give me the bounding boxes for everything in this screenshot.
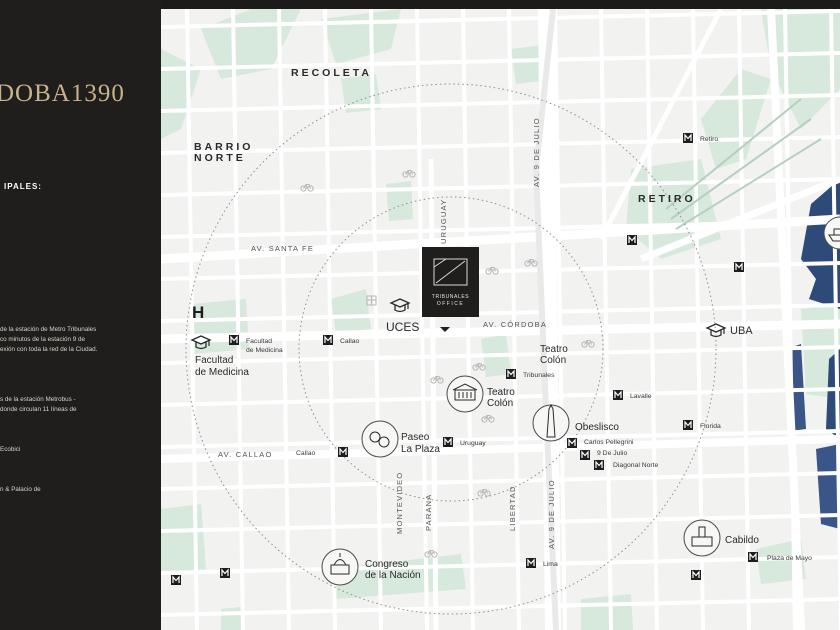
landmark-facultad-2: de Medicina: [195, 367, 249, 378]
street-av-9-de-julio-bottom: AV. 9 DE JULIO: [547, 479, 556, 549]
neighborhood-recoleta: RECOLETA: [291, 67, 372, 79]
metro-icon: [747, 551, 759, 563]
hospital-icon: H: [192, 303, 204, 322]
street-parana: PARANA: [424, 494, 433, 532]
street-av-santa-fe: AV. SANTA FE: [251, 244, 314, 253]
street-av-callao: AV. CALLAO: [218, 450, 273, 459]
metro-icon: [579, 449, 591, 461]
office-logo-line2: OFFICE: [437, 301, 464, 307]
metro-label-facultad-medicina-2: de Medicina: [246, 347, 283, 354]
metro-label-carlos-pellegrini: Carlos Pellegrini: [584, 439, 634, 446]
sidebar-panel: DOBA1390 IPALES: de la estación de Metro…: [0, 0, 161, 630]
metro-label-tribunales: Tribunales: [523, 372, 555, 379]
landmark-teatro-colon-label-2: Colón: [540, 355, 566, 366]
metro-label-callao-1: Callao: [340, 338, 359, 345]
metro-icon: [337, 446, 349, 458]
landmark-cabildo: Cabildo: [725, 535, 759, 546]
map[interactable]: RECOLETA BARRIO NORTE RETIRO AV. SANTA F…: [161, 9, 840, 630]
sidebar-item-metrobus: s de la estación Metrobus - donde circul…: [0, 396, 77, 413]
neighborhood-barrio-norte-2: NORTE: [194, 152, 246, 164]
metro-icon: [442, 436, 454, 448]
landmark-teatro-colon-2: Colón: [487, 398, 513, 409]
project-title: DOBA1390: [0, 80, 125, 107]
metro-icon: [228, 334, 240, 346]
office-logo-line1: TRIBUNALES: [432, 294, 469, 300]
neighborhood-retiro: RETIRO: [638, 193, 696, 205]
metro-label-9-de-julio: 9 De Julio: [597, 450, 627, 457]
metro-label-diagonal-norte: Diagonal Norte: [613, 462, 659, 469]
metro-label-lima: Lima: [543, 561, 558, 568]
metro-icon: [170, 574, 182, 586]
metro-icon: [682, 419, 694, 431]
sidebar-item-ecobici: Ecobici: [0, 446, 21, 453]
section-heading: IPALES:: [4, 182, 42, 191]
metro-icon: [322, 334, 334, 346]
metro-icon: [682, 132, 694, 144]
landmark-paseo-1: Paseo: [401, 432, 430, 443]
street-av-cordoba: AV. CÓRDOBA: [483, 320, 547, 329]
landmark-teatro-colon-label-1: Teatro: [540, 344, 568, 355]
metro-icon: [690, 569, 702, 581]
metro-label-uruguay: Uruguay: [460, 440, 486, 447]
landmark-congreso-2: de la Nación: [365, 570, 421, 581]
metro-icon: [505, 368, 517, 380]
metro-icon: [626, 234, 638, 246]
top-bar: [161, 0, 840, 9]
metro-icon: [593, 459, 605, 471]
metro-icon: [612, 389, 624, 401]
landmark-teatro-colon-1: Teatro: [487, 387, 515, 398]
metro-icon: [733, 261, 745, 273]
metro-label-plaza-de-mayo: Plaza de Mayo: [767, 555, 812, 562]
metro-icon: [525, 557, 537, 569]
metro-label-florida: Florida: [700, 423, 721, 430]
landmark-facultad-1: Facultad: [195, 355, 233, 366]
landmark-congreso-1: Congreso: [365, 559, 409, 570]
landmark-uces: UCES: [386, 320, 419, 334]
street-uruguay: URUGUAY: [439, 199, 448, 244]
metro-icon: [219, 567, 231, 579]
metro-label-facultad-medicina-1: Facultad: [246, 338, 272, 345]
metro-label-retiro: Retiro: [700, 136, 718, 143]
landmark-obelisco: Obeslisco: [575, 422, 619, 433]
metro-label-callao-2: Callao: [296, 450, 315, 457]
street-libertad: LIBERTAD: [508, 485, 517, 531]
metro-label-lavalle: Lavalle: [630, 393, 652, 400]
landmark-uba: UBA: [730, 325, 753, 337]
street-av-9-de-julio-top: AV. 9 DE JULIO: [532, 117, 541, 187]
street-montevideo: MONTEVIDEO: [395, 472, 404, 534]
sidebar-item-palacio: n & Palacio de: [0, 486, 41, 493]
landmark-paseo-2: La Plaza: [401, 444, 440, 455]
sidebar-item-metro: de la estación de Metro Tribunales co mi…: [0, 326, 98, 353]
metro-icon: [566, 437, 578, 449]
